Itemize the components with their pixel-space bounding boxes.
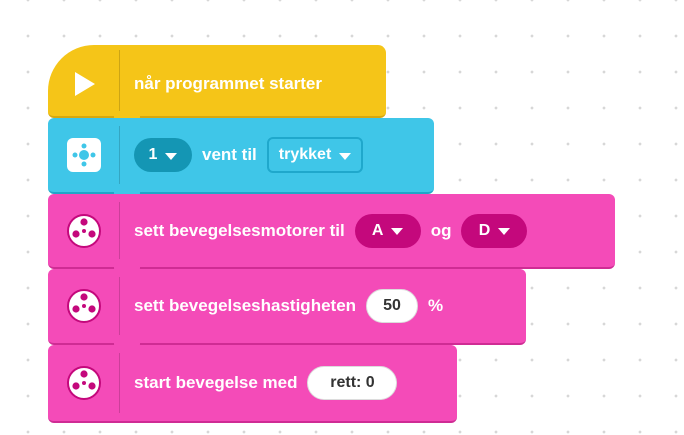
set-motors-label: sett bevegelsesmotorer til — [134, 220, 345, 240]
set-movement-motors-block[interactable]: sett bevegelsesmotorer til A og D — [48, 194, 615, 274]
motor-port-d-dropdown[interactable]: D — [461, 213, 528, 248]
start-movement-label: start bevegelse med — [134, 373, 298, 392]
speed-value-input[interactable]: 50 — [366, 289, 419, 323]
hat-block-label: når programmet starter — [134, 73, 323, 93]
chevron-down-icon — [498, 228, 511, 235]
start-icon-cell — [48, 345, 120, 421]
motors-icon-cell — [48, 194, 120, 267]
sensor-port-value: 1 — [148, 146, 158, 163]
code-canvas[interactable]: når programmet starter 1 vent til trykke… — [0, 0, 684, 435]
chevron-down-icon — [165, 152, 178, 160]
play-icon — [75, 71, 95, 96]
percent-unit: % — [428, 296, 444, 315]
movement-icon — [67, 289, 101, 323]
sensor-state-dropdown[interactable]: trykket — [266, 137, 364, 173]
motor-port-d-value: D — [478, 221, 491, 239]
sensor-port-dropdown[interactable]: 1 — [134, 138, 192, 172]
sensor-state-value: trykket — [278, 146, 332, 163]
wait-until-pressed-block[interactable]: 1 vent til trykket — [48, 118, 434, 199]
and-label: og — [430, 220, 452, 240]
speed-icon-cell — [48, 269, 120, 343]
movement-icon — [67, 366, 101, 400]
when-program-starts-block[interactable]: når programmet starter — [48, 42, 386, 123]
speed-value: 50 — [383, 297, 401, 314]
wait-until-label: vent til — [202, 145, 257, 164]
steering-value-input[interactable]: rett: 0 — [307, 366, 398, 400]
movement-icon — [67, 213, 101, 248]
wait-icon-cell — [48, 118, 120, 192]
motor-port-a-value: A — [371, 221, 384, 239]
start-movement-block[interactable]: start bevegelse med rett: 0 — [48, 345, 457, 423]
chevron-down-icon — [339, 152, 352, 160]
chevron-down-icon — [391, 228, 404, 235]
set-movement-speed-block[interactable]: sett bevegelseshastigheten 50 % — [48, 269, 526, 350]
hat-icon-cell — [48, 42, 120, 119]
steering-value: rett: 0 — [330, 374, 375, 391]
set-speed-label: sett bevegelseshastigheten — [134, 296, 357, 315]
force-sensor-icon — [67, 138, 101, 172]
motor-port-a-dropdown[interactable]: A — [354, 213, 421, 248]
